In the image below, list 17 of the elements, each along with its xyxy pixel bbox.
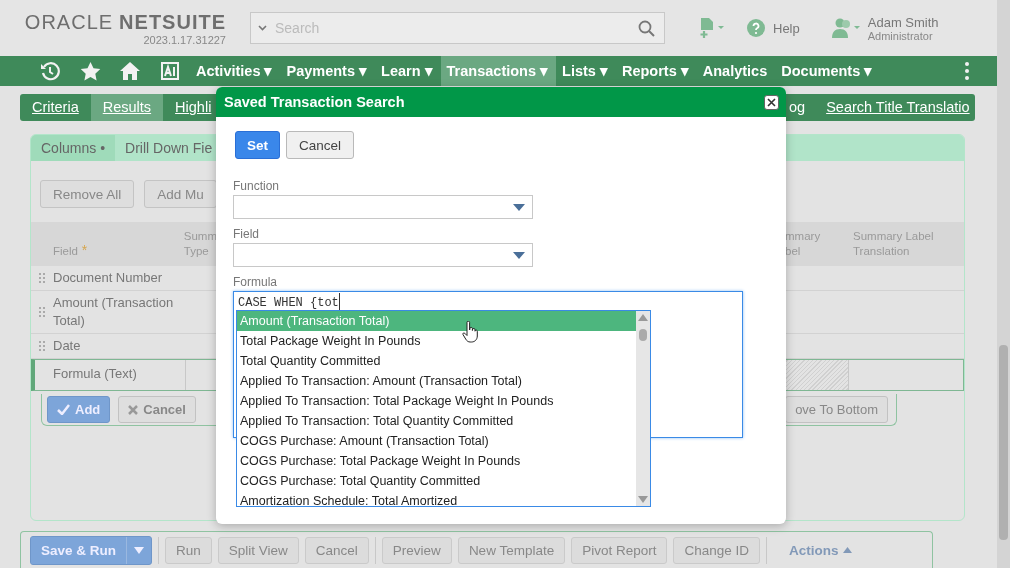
user-name: Adam Smith <box>867 14 939 30</box>
field-label: Formula <box>233 275 278 290</box>
field-label: Function <box>233 179 281 194</box>
table-cell-text: Document Number <box>53 269 164 287</box>
user-role: Administrator <box>867 29 934 42</box>
table-cell-text: Amount (Transaction Total) <box>53 294 175 330</box>
column-header: mmary bel <box>785 229 822 259</box>
version-text: 2023.1.17.31227 <box>143 33 226 46</box>
field-label: Field <box>233 227 260 242</box>
logo-text: NETSUITE <box>119 10 226 34</box>
column-header: Field * <box>52 243 89 260</box>
logo-text: ORACLE <box>24 10 114 34</box>
column-header: Summary Label Translation <box>853 229 934 259</box>
table-cell-text: Date <box>53 337 82 355</box>
table-cell-text: Formula (Text) <box>52 365 137 383</box>
dialog-title: Saved Transaction Search <box>224 94 405 110</box>
column-header: Summ Type <box>183 229 217 259</box>
